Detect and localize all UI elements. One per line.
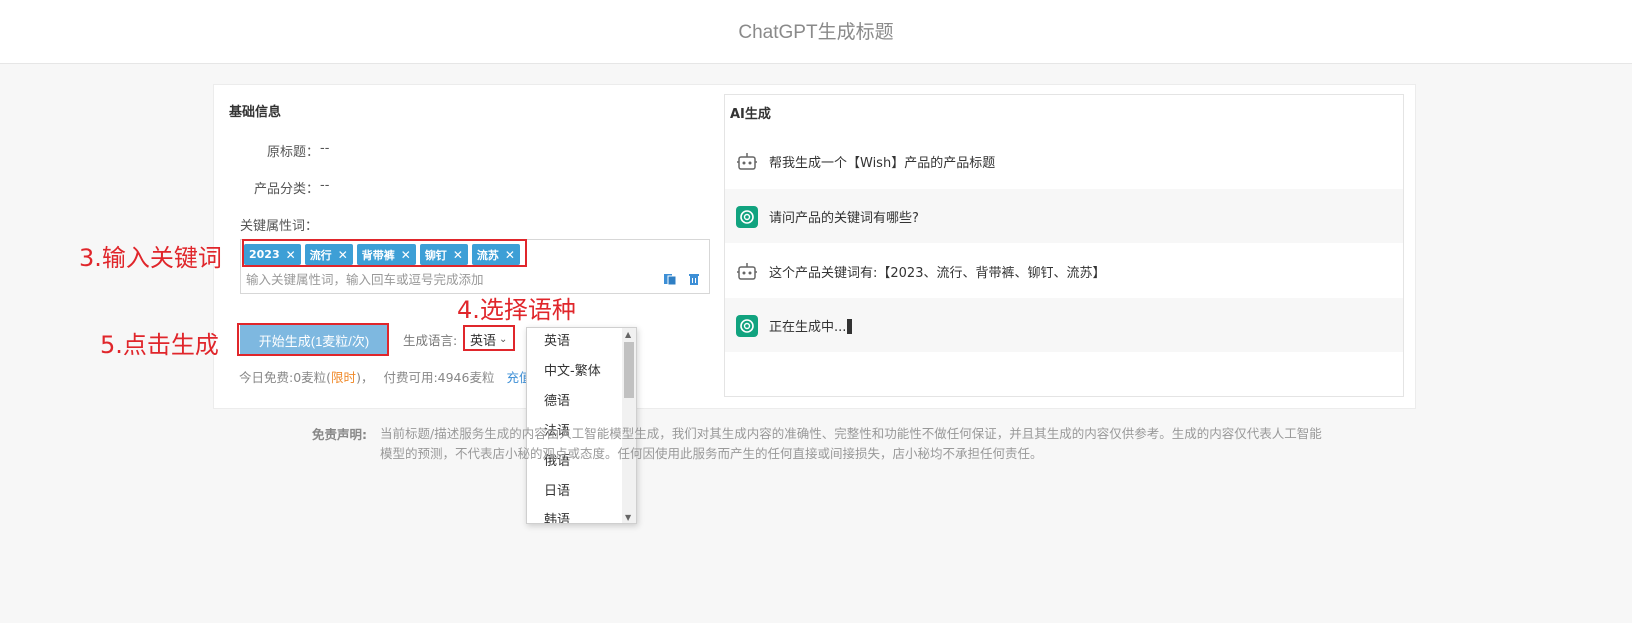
keywords-label: 关键属性词： — [240, 219, 319, 234]
chatgpt-icon — [736, 315, 758, 337]
ai-panel-title: AI生成 — [730, 107, 771, 122]
language-option-zh-tw[interactable]: 中文-繁体 — [544, 360, 601, 379]
robot-icon — [736, 261, 758, 283]
top-bar: ChatGPT生成标题 — [0, 0, 1632, 64]
scroll-up-icon[interactable]: ▲ — [625, 330, 631, 339]
scroll-down-icon[interactable]: ▼ — [625, 513, 631, 522]
robot-icon — [736, 151, 758, 173]
chat-message-text: 这个产品关键词有:【2023、流行、背带裤、铆钉、流苏】 — [769, 266, 1106, 281]
language-option-ja[interactable]: 日语 — [544, 480, 570, 499]
original-title-value: -- — [320, 141, 330, 156]
chat-message: 请问产品的关键词有哪些? — [725, 189, 1403, 243]
language-option-de[interactable]: 德语 — [544, 390, 570, 409]
language-option-en[interactable]: 英语 — [544, 330, 570, 349]
credit-info: 今日免费:0麦粒(限时)， 付费可用:4946麦粒 充值 — [239, 370, 532, 385]
chat-message: 这个产品关键词有:【2023、流行、背带裤、铆钉、流苏】 — [725, 244, 1403, 298]
annotation-box-keywords — [242, 239, 527, 267]
chat-message: 正在生成中... — [725, 298, 1403, 352]
chatgpt-icon — [736, 206, 758, 228]
typing-cursor — [847, 319, 853, 334]
limited-badge: 限时 — [331, 370, 357, 385]
scrollbar-thumb[interactable] — [624, 342, 634, 398]
disclaimer-text: 当前标题/描述服务生成的内容由人工智能模型生成，我们对其生成内容的准确性、完整性… — [380, 426, 1322, 461]
category-value: -- — [320, 178, 330, 193]
paid-credit: 付费可用:4946麦粒 — [383, 370, 495, 385]
annotation-box-language — [463, 325, 515, 351]
language-option-ko[interactable]: 韩语 — [544, 509, 570, 523]
page-title: ChatGPT生成标题 — [738, 22, 894, 43]
chat-message-text: 请问产品的关键词有哪些? — [769, 211, 919, 226]
annotation-box-generate — [237, 323, 389, 356]
trash-icon[interactable] — [687, 272, 701, 286]
annotation-step4: 4.选择语种 — [457, 296, 576, 324]
language-label: 生成语言: — [403, 333, 458, 348]
category-label: 产品分类： — [253, 182, 319, 197]
chat-message: 帮我生成一个【Wish】产品的产品标题 — [725, 134, 1403, 188]
original-title-label: 原标题： — [266, 145, 319, 160]
annotation-step3: 3.输入关键词 — [79, 244, 222, 272]
paste-icon[interactable] — [663, 272, 677, 286]
basic-info-title: 基础信息 — [229, 105, 282, 120]
annotation-step5: 5.点击生成 — [100, 331, 219, 359]
disclaimer-label: 免责声明: — [312, 427, 367, 442]
keyword-input[interactable]: 输入关键属性词，输入回车或逗号完成添加 — [246, 269, 484, 288]
chat-message-text: 帮我生成一个【Wish】产品的产品标题 — [769, 156, 996, 171]
chat-message-text: 正在生成中... — [769, 316, 853, 335]
